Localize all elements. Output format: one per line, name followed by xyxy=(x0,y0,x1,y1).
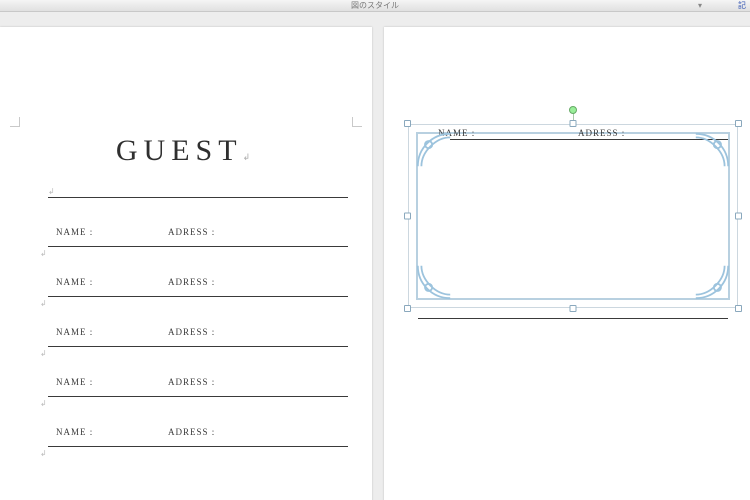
paragraph-mark-icon: ↲ xyxy=(40,249,47,258)
resize-handle-e[interactable] xyxy=(735,213,742,220)
page-right[interactable]: NAME : ADRESS : xyxy=(384,27,750,500)
name-label: NAME : xyxy=(56,377,93,387)
paragraph-mark-icon: ↲ xyxy=(40,399,47,408)
paragraph-mark-icon: ↲ xyxy=(40,449,47,458)
ribbon-expand-icon[interactable]: ▾ xyxy=(698,1,702,10)
address-label: ADRESS : xyxy=(168,327,215,337)
style-ribbon-group[interactable]: 図のスタイル ▾ 記 xyxy=(0,0,750,12)
address-label: ADRESS : xyxy=(168,427,215,437)
paragraph-mark-icon: ↲ xyxy=(40,299,47,308)
page-left[interactable]: GUEST↲ ↲ NAME :ADRESS :↲NAME :ADRESS :↲N… xyxy=(0,27,372,500)
ornament-corner-icon xyxy=(694,132,730,168)
rotate-handle-icon[interactable] xyxy=(569,106,577,114)
resize-handle-se[interactable] xyxy=(735,305,742,312)
resize-handle-ne[interactable] xyxy=(735,120,742,127)
address-label: ADRESS : xyxy=(578,128,625,138)
guest-row[interactable]: NAME :ADRESS :↲ xyxy=(48,223,348,247)
name-label: NAME : xyxy=(56,327,93,337)
paragraph-mark-icon: ↲ xyxy=(40,349,47,358)
guest-row[interactable]: NAME :ADRESS :↲ xyxy=(48,373,348,397)
resize-handle-nw[interactable] xyxy=(404,120,411,127)
ornament-corner-icon xyxy=(416,264,452,300)
divider xyxy=(418,318,728,319)
divider xyxy=(450,139,728,140)
selected-shape-frame[interactable]: NAME : ADRESS : xyxy=(408,124,738,308)
resize-handle-sw[interactable] xyxy=(404,305,411,312)
resize-handle-s[interactable] xyxy=(570,305,577,312)
address-label: ADRESS : xyxy=(168,227,215,237)
guest-row[interactable]: NAME :ADRESS :↲ xyxy=(48,273,348,297)
name-label: NAME : xyxy=(56,227,93,237)
decorative-frame xyxy=(416,132,730,300)
guest-row[interactable]: NAME :ADRESS :↲ xyxy=(48,323,348,347)
ribbon-continuation-label: 記 xyxy=(738,0,746,11)
ornament-corner-icon xyxy=(694,264,730,300)
name-label: NAME : xyxy=(56,277,93,287)
address-label: ADRESS : xyxy=(168,377,215,387)
resize-handle-n[interactable] xyxy=(570,120,577,127)
resize-handle-w[interactable] xyxy=(404,213,411,220)
address-label: ADRESS : xyxy=(168,277,215,287)
ornament-corner-icon xyxy=(416,132,452,168)
ribbon-group-label: 図のスタイル xyxy=(351,0,399,11)
document-canvas[interactable]: GUEST↲ ↲ NAME :ADRESS :↲NAME :ADRESS :↲N… xyxy=(0,12,750,500)
name-label: NAME : xyxy=(56,427,93,437)
guest-row[interactable]: NAME :ADRESS :↲ xyxy=(48,423,348,447)
